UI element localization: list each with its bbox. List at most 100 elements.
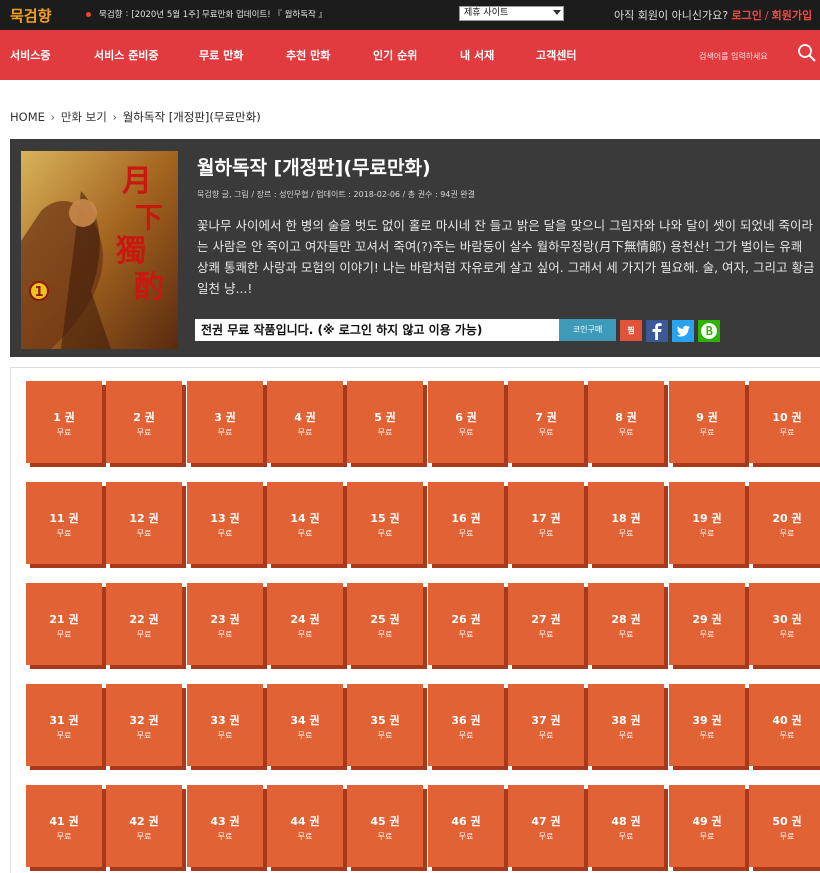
volume-tile[interactable]: 33 권 무료 — [187, 684, 263, 766]
volume-tile[interactable]: 4 권 무료 — [267, 381, 343, 463]
volume-tile[interactable]: 2 권 무료 — [106, 381, 182, 463]
volume-tile[interactable]: 23 권 무료 — [187, 583, 263, 665]
volume-tile[interactable]: 20 권 무료 — [749, 482, 820, 564]
volume-tile[interactable]: 31 권무료 — [26, 684, 102, 766]
volume-tile[interactable]: 1 권 무료 — [26, 381, 102, 463]
facebook-share-button[interactable] — [646, 320, 668, 342]
notice-ticker[interactable]: 묵검향 : [2020년 5월 1주] 무료만화 업데이트! 『 월하독작 』 — [86, 8, 327, 20]
volume-tile[interactable]: 42 권 무료 — [106, 785, 182, 867]
volume-price: 무료 — [136, 832, 152, 841]
volume-price: 무료 — [779, 529, 795, 538]
volume-number: 31 권 — [49, 714, 79, 727]
volume-price: 무료 — [779, 832, 795, 841]
volume-tile[interactable]: 6 권 무료 — [428, 381, 504, 463]
breadcrumb-section[interactable]: 만화 보기 — [61, 110, 107, 124]
volume-tile[interactable]: 32 권 무료 — [106, 684, 182, 766]
volume-tile[interactable]: 10 권 무료 — [749, 381, 820, 463]
bookmark-button[interactable]: 찜 — [620, 320, 642, 341]
volume-tile[interactable]: 43 권 무료 — [187, 785, 263, 867]
volume-tile[interactable]: 44 권 무료 — [267, 785, 343, 867]
volume-tile[interactable]: 35 권 무료 — [347, 684, 423, 766]
volume-number: 16 권 — [451, 512, 481, 525]
twitter-share-button[interactable] — [672, 320, 694, 342]
volume-tile[interactable]: 46 권 무료 — [428, 785, 504, 867]
nav-item-my-library[interactable]: 내 서재 — [460, 47, 494, 63]
volume-tile[interactable]: 16 권 무료 — [428, 482, 504, 564]
nav-item-coming-soon[interactable]: 서비스 준비중 — [94, 47, 159, 63]
nav-item-popular-ranking[interactable]: 인기 순위 — [373, 47, 417, 63]
cover-title-char: 獨 — [116, 234, 146, 269]
coin-purchase-button[interactable]: 코인구매 — [559, 319, 616, 341]
volume-tile[interactable]: 40 권 무료 — [749, 684, 820, 766]
login-link[interactable]: 로그인 — [732, 9, 762, 22]
volume-tile[interactable]: 21 권 무료 — [26, 583, 102, 665]
volume-number: 50 권 — [772, 815, 802, 828]
volume-price: 무료 — [297, 630, 313, 639]
search-input[interactable]: 검색어를 입력하세요 — [699, 51, 768, 62]
nav-item-customer-center[interactable]: 고객센터 — [536, 47, 576, 63]
breadcrumb-home[interactable]: HOME — [10, 110, 45, 124]
site-logo[interactable]: 묵검향 — [10, 5, 51, 26]
volume-price: 무료 — [136, 630, 152, 639]
volume-tile[interactable]: 3 권 무료 — [187, 381, 263, 463]
volume-tile[interactable]: 8 권 무료 — [588, 381, 664, 463]
volume-number: 21 권 — [49, 613, 79, 626]
band-share-button[interactable] — [698, 320, 720, 342]
volume-tile[interactable]: 50 권무료 — [749, 785, 820, 867]
volume-price: 무료 — [377, 529, 393, 538]
chevron-right-icon: › — [50, 110, 56, 124]
volume-tile[interactable]: 30 권 무료 — [749, 583, 820, 665]
volume-tile[interactable]: 24 권 무료 — [267, 583, 343, 665]
volume-tile[interactable]: 34 권 무료 — [267, 684, 343, 766]
volume-tile[interactable]: 14 권 무료 — [267, 482, 343, 564]
search-icon[interactable] — [797, 43, 817, 63]
volume-tile[interactable]: 7 권 무료 — [508, 381, 584, 463]
volume-tile[interactable]: 13 권 무료 — [187, 482, 263, 564]
volume-tile[interactable]: 38 권 무료 — [588, 684, 664, 766]
volume-tile[interactable]: 36 권 무료 — [428, 684, 504, 766]
volume-tile[interactable]: 39 권 무료 — [669, 684, 745, 766]
volume-tile[interactable]: 5 권 무료 — [347, 381, 423, 463]
volume-tile[interactable]: 26 권 무료 — [428, 583, 504, 665]
cover-title-char: 下 — [135, 201, 163, 234]
volume-tile[interactable]: 22 권 무료 — [106, 583, 182, 665]
volume-price: 무료 — [538, 428, 554, 437]
band-icon — [701, 323, 717, 339]
volume-tile[interactable]: 41 권 무료 — [26, 785, 102, 867]
cover-title-char: 月 — [122, 164, 152, 199]
work-meta: 묵검향 글, 그림 / 장르 : 성인무협 / 업데이트 : 2018-02-0… — [197, 190, 475, 199]
volume-tile[interactable]: 48 권 무료 — [588, 785, 664, 867]
volume-tile[interactable]: 45 권 무료 — [347, 785, 423, 867]
join-link[interactable]: 회원가입 — [772, 9, 812, 22]
volume-price: 무료 — [56, 832, 72, 841]
nav-item-in-service[interactable]: 서비스중 — [10, 47, 50, 63]
volume-number: 48 권 — [611, 815, 641, 828]
volume-tile[interactable]: 19 권 무료 — [669, 482, 745, 564]
volume-tile[interactable]: 49 권 무료 — [669, 785, 745, 867]
volume-price: 무료 — [297, 428, 313, 437]
volume-tile[interactable]: 17 권 무료 — [508, 482, 584, 564]
volume-tile[interactable]: 25 권 무료 — [347, 583, 423, 665]
volume-tile[interactable]: 37 권 무료 — [508, 684, 584, 766]
volume-tile[interactable]: 28 권 무료 — [588, 583, 664, 665]
volume-tile[interactable]: 29 권 무료 — [669, 583, 745, 665]
partner-site-select[interactable]: 제휴 사이트 — [459, 6, 564, 21]
volume-tile[interactable]: 9 권 무료 — [669, 381, 745, 463]
volume-tile[interactable]: 12 권 무료 — [106, 482, 182, 564]
volume-tile[interactable]: 47 권 무료 — [508, 785, 584, 867]
volume-number: 17 권 — [531, 512, 561, 525]
volume-number: 12 권 — [129, 512, 159, 525]
work-title: 월하독작 [개정판](무료만화) — [197, 157, 431, 179]
volume-number: 13 권 — [210, 512, 240, 525]
volume-number: 46 권 — [451, 815, 481, 828]
volume-tile[interactable]: 18 권 무료 — [588, 482, 664, 564]
chevron-down-icon — [553, 10, 561, 15]
volume-tile[interactable]: 27 권 무료 — [508, 583, 584, 665]
volume-price: 무료 — [56, 731, 72, 740]
nav-item-recommended[interactable]: 추천 만화 — [286, 47, 330, 63]
volume-tile[interactable]: 15 권 무료 — [347, 482, 423, 564]
nav-item-free-comics[interactable]: 무료 만화 — [199, 47, 243, 63]
volume-tile[interactable]: 11 권 무료 — [26, 482, 102, 564]
volume-number: 32 권 — [129, 714, 159, 727]
volume-price: 무료 — [618, 731, 634, 740]
